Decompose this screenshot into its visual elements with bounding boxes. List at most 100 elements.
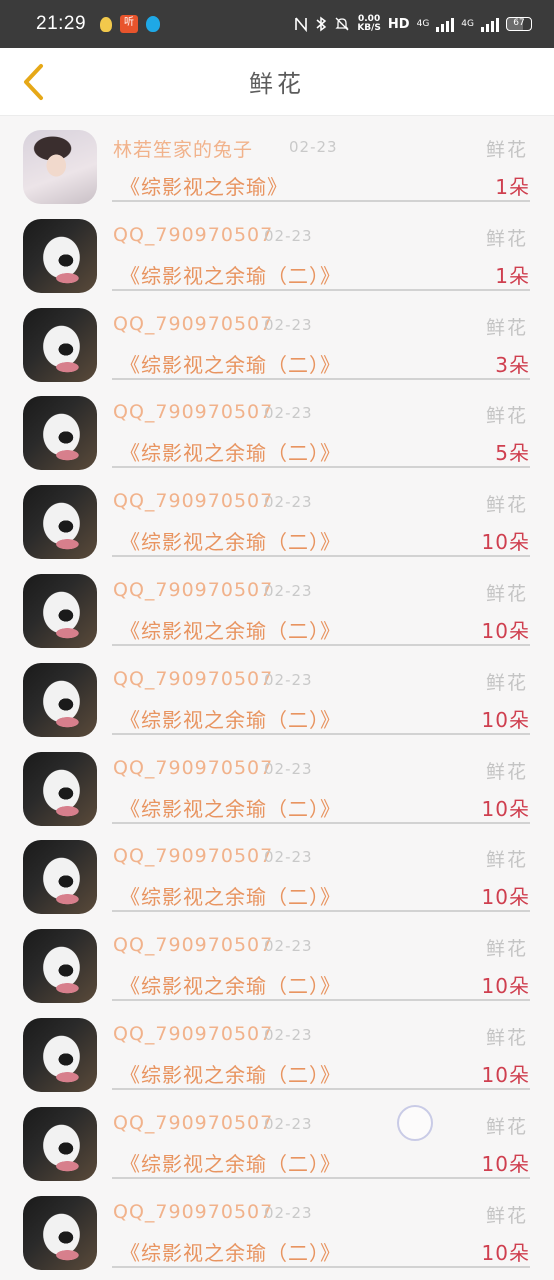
- avatar[interactable]: [23, 485, 97, 560]
- flower-count: 1朵: [495, 263, 530, 288]
- record-date: 02-23: [264, 226, 313, 245]
- back-button[interactable]: [12, 60, 56, 104]
- user-name[interactable]: 林若笙家的兔子: [113, 135, 253, 162]
- avatar[interactable]: [23, 929, 97, 1004]
- record-date: 02-23: [264, 404, 313, 423]
- flower-count: 1朵: [495, 175, 530, 199]
- touch-indicator: [397, 1105, 433, 1141]
- book-title[interactable]: 《综影视之余瑜（二）》: [120, 970, 341, 999]
- gift-type: 鲜花: [485, 938, 528, 961]
- page-title: 鲜花: [249, 70, 305, 98]
- avatar[interactable]: [23, 1195, 97, 1270]
- record-date: 02-23: [264, 937, 313, 956]
- divider: [112, 377, 530, 380]
- flower-record-list[interactable]: 林若笙家的兔子 02-23 鲜花 《综影视之余瑜》 1朵 QQ_790970507 02-2…: [0, 127, 554, 1280]
- list-item[interactable]: QQ_790970507 02-23 鲜花 《综影视之余瑜（二）》 3朵: [0, 305, 554, 394]
- record-date: 02-23: [264, 1203, 313, 1222]
- book-title[interactable]: 《综影视之余瑜（二）》: [120, 437, 341, 466]
- bulb-icon: [100, 16, 113, 32]
- book-title[interactable]: 《综影视之余瑜（二）》: [120, 881, 341, 910]
- record-date: 02-23: [289, 138, 338, 156]
- avatar[interactable]: [23, 130, 97, 204]
- user-name[interactable]: QQ_790970507: [113, 845, 273, 867]
- flower-count: 10朵: [481, 974, 530, 999]
- flower-count: 10朵: [481, 1240, 530, 1265]
- divider: [112, 643, 530, 646]
- book-title[interactable]: 《综影视之余瑜（二）》: [120, 260, 341, 289]
- divider: [112, 821, 530, 824]
- qq-icon: [146, 16, 161, 32]
- list-item[interactable]: QQ_790970507 02-23 鲜花 《综影视之余瑜（二）》 10朵: [0, 482, 554, 571]
- bluetooth-icon: [316, 16, 327, 32]
- divider: [112, 1265, 530, 1268]
- net-type-2: 4G: [461, 19, 474, 29]
- avatar[interactable]: [23, 1017, 97, 1092]
- user-name[interactable]: QQ_790970507: [113, 313, 273, 335]
- flower-count: 10朵: [481, 707, 530, 732]
- list-item[interactable]: QQ_790970507 02-23 鲜花《综影视之余瑜（二）》 10朵: [0, 926, 554, 1015]
- record-date: 02-23: [264, 1025, 313, 1044]
- user-name[interactable]: QQ_790970507: [113, 579, 273, 601]
- record-date: 02-23: [264, 315, 313, 334]
- book-title[interactable]: 《综影视之余瑜（二）》: [120, 349, 341, 378]
- status-app-icons: 听: [100, 15, 161, 33]
- signal-icon: [436, 16, 455, 32]
- user-name[interactable]: QQ_790970507: [113, 1023, 273, 1045]
- gift-type: 鲜花: [485, 849, 528, 872]
- chevron-left-icon: [24, 64, 43, 100]
- avatar[interactable]: [23, 307, 97, 382]
- list-item[interactable]: QQ_790970507 02-23 鲜花 《综影视之余瑜（二）》 1朵: [0, 216, 554, 305]
- avatar[interactable]: [23, 573, 97, 648]
- divider: [112, 466, 530, 469]
- record-date: 02-23: [264, 670, 313, 689]
- book-title[interactable]: 《综影视之余瑜（二）》: [120, 793, 341, 822]
- divider: [112, 732, 530, 735]
- gift-type: 鲜花: [485, 1115, 528, 1138]
- user-name[interactable]: QQ_790970507: [113, 224, 273, 246]
- book-title[interactable]: 《综影视之余瑜（二）》: [120, 704, 341, 733]
- avatar[interactable]: [23, 1106, 97, 1181]
- list-item[interactable]: 林若笙家的兔子 02-23 鲜花 《综影视之余瑜》 1朵: [0, 127, 554, 216]
- book-title[interactable]: 《综影视之余瑜（二）》: [120, 526, 341, 555]
- record-date: 02-23: [264, 1114, 313, 1133]
- flower-count: 10朵: [481, 1062, 530, 1087]
- record-date: 02-23: [264, 759, 313, 778]
- gift-type: 鲜花: [485, 582, 528, 605]
- avatar[interactable]: [23, 218, 97, 293]
- list-item[interactable]: QQ_790970507 02-23 鲜花 《综影视之余瑜（二）》 10朵: [0, 1015, 554, 1104]
- avatar[interactable]: [23, 751, 97, 826]
- avatar[interactable]: [23, 840, 97, 915]
- avatar[interactable]: [23, 396, 97, 471]
- flower-count: 3朵: [495, 352, 530, 377]
- gift-type: 鲜花: [485, 1204, 528, 1227]
- list-item[interactable]: QQ_790970507 02-23 鲜花《综影视之余瑜（二）》 10朵: [0, 1193, 554, 1280]
- list-item[interactable]: QQ_790970507 02-23 鲜花 《综影视之余瑜（二）》 5朵: [0, 393, 554, 482]
- book-title[interactable]: 《综影视之余瑜》: [120, 171, 288, 200]
- book-title[interactable]: 《综影视之余瑜（二）》: [120, 615, 341, 644]
- book-title[interactable]: 《综影视之余瑜（二）》: [120, 1148, 341, 1177]
- user-name[interactable]: QQ_790970507: [113, 401, 273, 423]
- flower-count: 5朵: [495, 441, 530, 466]
- user-name[interactable]: QQ_790970507: [113, 1112, 273, 1134]
- user-name[interactable]: QQ_790970507: [113, 490, 273, 512]
- user-name[interactable]: QQ_790970507: [113, 668, 273, 690]
- list-item[interactable]: QQ_790970507 02-23 鲜花 《综影视之余瑜（二）》 10朵: [0, 749, 554, 838]
- user-name[interactable]: QQ_790970507: [113, 757, 273, 779]
- user-name[interactable]: QQ_790970507: [113, 1201, 273, 1223]
- user-name[interactable]: QQ_790970507: [113, 934, 273, 956]
- list-item[interactable]: QQ_790970507 02-23 鲜花 《综影视之余瑜（二）》 10朵: [0, 837, 554, 926]
- app-header: 鲜花: [0, 48, 554, 116]
- ting-app-icon: 听: [120, 15, 139, 33]
- status-indicators: 0.00 KB/S HD 4G 4G 67: [294, 15, 532, 33]
- status-bar: 21:29 听 0.00 KB/S HD 4G 4G 67: [0, 0, 554, 48]
- book-title[interactable]: 《综影视之余瑜（二）》: [120, 1237, 341, 1266]
- gift-type: 鲜花: [485, 494, 528, 517]
- avatar[interactable]: [23, 662, 97, 737]
- list-item[interactable]: QQ_790970507 02-23 鲜花 《综影视之余瑜（二）》 10朵: [0, 571, 554, 660]
- network-speed: 0.00 KB/S: [357, 15, 381, 33]
- list-item[interactable]: QQ_790970507 02-23 鲜花 《综影视之余瑜（二）》 10朵: [0, 1104, 554, 1193]
- divider: [112, 1176, 530, 1179]
- divider: [112, 1087, 530, 1090]
- book-title[interactable]: 《综影视之余瑜（二）》: [120, 1059, 341, 1088]
- list-item[interactable]: QQ_790970507 02-23 鲜花 《综影视之余瑜（二）》 10朵: [0, 660, 554, 749]
